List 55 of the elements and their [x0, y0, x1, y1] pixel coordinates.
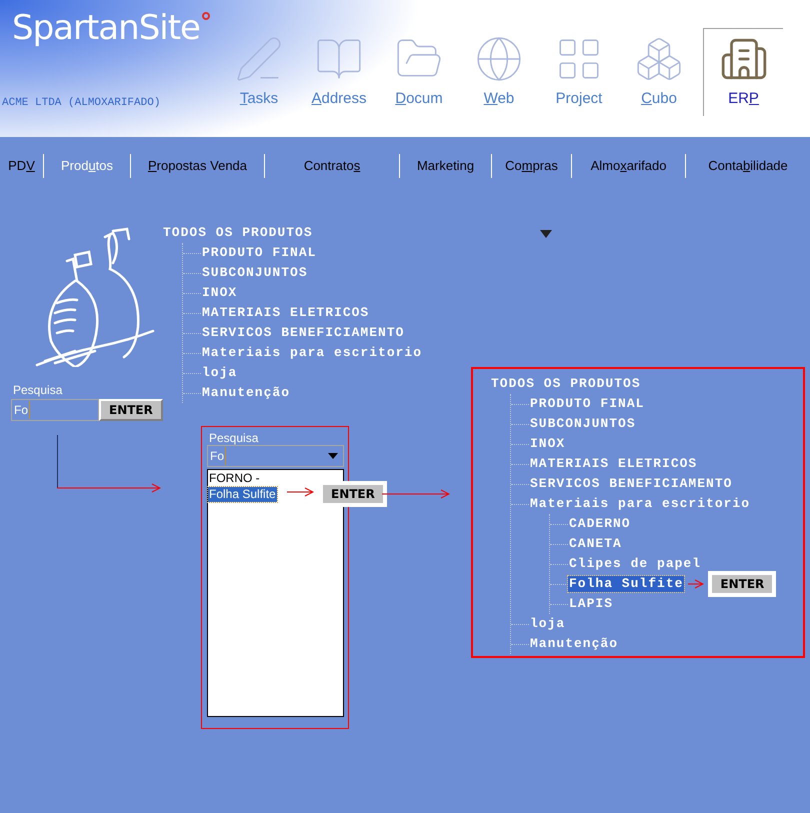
- search-label: Pesquisa: [13, 383, 64, 398]
- result-item[interactable]: FORNO -: [208, 470, 261, 486]
- app-tab[interactable]: Project: [543, 28, 615, 116]
- tree-item[interactable]: Folha Sulfite: [568, 576, 684, 592]
- tree-item[interactable]: Materiais para escritorio: [529, 496, 752, 512]
- tree-item[interactable]: Manutenção: [201, 385, 292, 401]
- search-combobox[interactable]: Fo: [207, 445, 344, 467]
- nav-link[interactable]: Propostas Venda: [148, 156, 248, 176]
- result-item[interactable]: Folha Sulfite: [208, 486, 277, 502]
- tree-item[interactable]: CADERNO: [568, 516, 632, 532]
- tree-item[interactable]: TODOS OS PRODUTOS: [162, 225, 314, 241]
- logo-text: SpartanSite: [12, 8, 200, 48]
- app-tab[interactable]: Web: [463, 28, 535, 116]
- tree-item[interactable]: SUBCONJUNTOS: [529, 416, 637, 432]
- search-label: Pesquisa: [209, 431, 260, 445]
- tree-item[interactable]: TODOS OS PRODUTOS: [490, 376, 642, 392]
- nav-link[interactable]: Almoxarifado: [590, 156, 666, 176]
- app-tab[interactable]: ERP: [703, 28, 783, 116]
- tree-item[interactable]: INOX: [201, 285, 238, 301]
- tree-item[interactable]: SERVICOS BENEFICIAMENTO: [529, 476, 734, 492]
- app-tab[interactable]: Docum: [383, 28, 455, 116]
- company-label: ACME LTDA (ALMOXARIFADO): [2, 96, 162, 110]
- tree-item[interactable]: MATERIAIS ELETRICOS: [201, 305, 370, 321]
- tree-item[interactable]: MATERIAIS ELETRICOS: [529, 456, 698, 472]
- enter-button[interactable]: ENTER: [710, 573, 774, 595]
- tree-item[interactable]: PRODUTO FINAL: [201, 245, 318, 261]
- search-field[interactable]: Fo: [11, 399, 99, 421]
- tree-item[interactable]: PRODUTO FINAL: [529, 396, 646, 412]
- tree-item[interactable]: Manutenção: [529, 636, 620, 652]
- arrow: [688, 579, 704, 589]
- tree-item[interactable]: LAPIS: [568, 596, 614, 612]
- tree-item[interactable]: SERVICOS BENEFICIAMENTO: [201, 325, 406, 341]
- nav-link[interactable]: Produtos: [60, 156, 114, 176]
- tree-item[interactable]: CANETA: [568, 536, 623, 552]
- app-tab[interactable]: Tasks: [223, 28, 295, 116]
- arrow: [287, 487, 314, 497]
- nav-link[interactable]: Contabilidade: [708, 156, 788, 176]
- app-tab[interactable]: Cubo: [623, 28, 695, 116]
- tree-item[interactable]: INOX: [529, 436, 566, 452]
- nav-link[interactable]: Marketing: [416, 156, 474, 176]
- nav-link[interactable]: PDV: [8, 156, 35, 176]
- nav-link[interactable]: Contratos: [304, 156, 360, 176]
- tree-item[interactable]: Clipes de papel: [568, 556, 702, 572]
- enter-button[interactable]: ENTER: [321, 483, 385, 505]
- arrow: [382, 489, 450, 499]
- tree-item[interactable]: loja: [201, 365, 238, 381]
- tree-item[interactable]: loja: [529, 616, 566, 632]
- registered-icon: [202, 12, 210, 20]
- nav-link[interactable]: Compras: [505, 156, 558, 176]
- dropdown-caret-icon: [540, 230, 552, 238]
- dropdown-arrow-icon: [328, 453, 338, 459]
- tree-item[interactable]: Materiais para escritorio: [201, 345, 424, 361]
- enter-button[interactable]: ENTER: [99, 399, 163, 421]
- tree-item[interactable]: SUBCONJUNTOS: [201, 265, 309, 281]
- app-tab[interactable]: Address: [303, 28, 375, 116]
